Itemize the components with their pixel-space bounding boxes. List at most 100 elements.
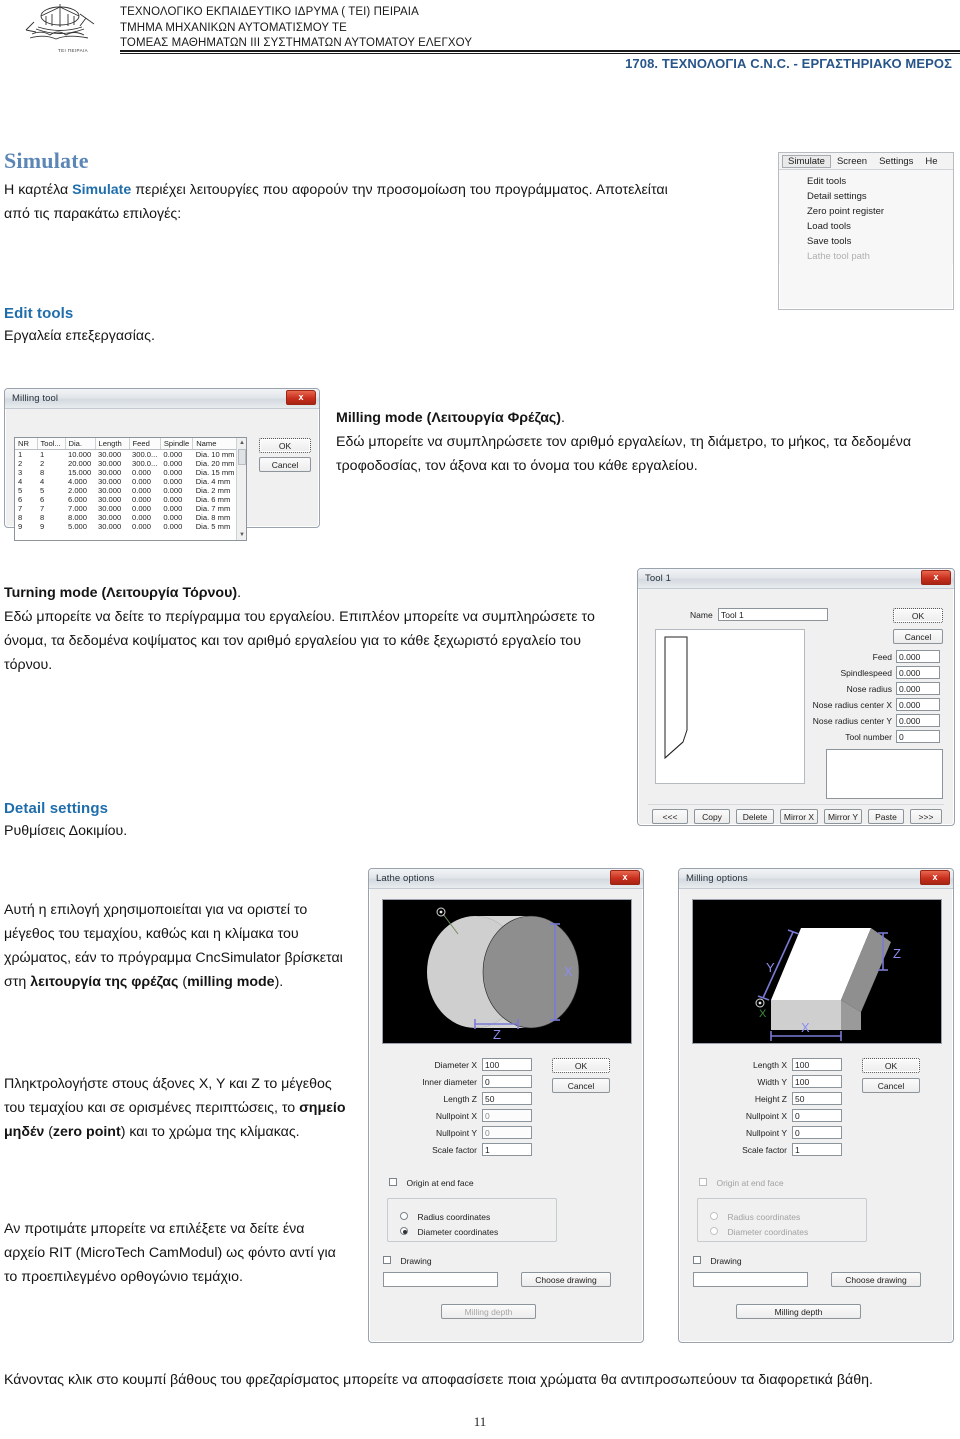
prev-button[interactable]: <<< — [652, 809, 688, 824]
length-z-field[interactable]: 50 — [482, 1092, 532, 1105]
milling-depth-button[interactable]: Milling depth — [736, 1304, 861, 1319]
spindlespeed-field[interactable]: 0.000 — [896, 666, 940, 679]
cancel-button[interactable]: Cancel — [259, 457, 311, 472]
paragraph-milling-mode: Milling mode (Λειτουργία Φρέζας). Εδώ μπο… — [336, 406, 954, 478]
mirror-x-button[interactable]: Mirror X — [780, 809, 818, 824]
checkbox-icon[interactable] — [383, 1255, 391, 1264]
nose-radius-center-x-field[interactable]: 0.000 — [896, 698, 940, 711]
table-row[interactable]: 8 8 8.000 30.000 0.000 0.000 Dia. 8 mm — [15, 513, 246, 522]
table-row[interactable]: 7 7 7.000 30.000 0.000 0.000 Dia. 7 mm — [15, 504, 246, 513]
page-number: 11 — [473, 1414, 487, 1429]
cell-nr: 3 — [18, 468, 23, 477]
cell-tool: 7 — [40, 504, 45, 513]
nullpoint-x-field[interactable]: 0 — [792, 1109, 842, 1122]
cell-nr: 4 — [18, 477, 23, 486]
table-row[interactable]: 6 6 6.000 30.000 0.000 0.000 Dia. 6 mm — [15, 495, 246, 504]
menu-item-load-tools[interactable]: Load tools — [779, 219, 953, 234]
paragraph-turning-mode: Turning mode (Λειτουργία Τόρνου). Εδώ μπο… — [4, 581, 604, 677]
menubar-item-screen[interactable]: Screen — [831, 155, 873, 168]
tool-number-label: Tool number — [845, 732, 892, 742]
radio-icon[interactable] — [400, 1226, 408, 1235]
ok-button[interactable]: OK — [259, 438, 311, 453]
ok-button[interactable]: OK — [552, 1058, 610, 1073]
scroll-up-icon[interactable]: ▲ — [237, 438, 246, 448]
tools-table-wrap: NR Tool... Dia. Length Feed Spindle Name… — [14, 437, 247, 541]
table-row[interactable]: 3 8 15.000 30.000 0.000 0.000 Dia. 15 mm — [15, 468, 246, 477]
scale-factor-field[interactable]: 1 — [482, 1143, 532, 1156]
length-x-field[interactable]: 100 — [792, 1058, 842, 1071]
ok-button[interactable]: OK — [893, 608, 943, 623]
drawing-path-field[interactable] — [383, 1272, 498, 1287]
scale-factor-field[interactable]: 1 — [792, 1143, 842, 1156]
width-y-field[interactable]: 100 — [792, 1075, 842, 1088]
close-icon[interactable]: x — [286, 390, 316, 405]
menubar-item-settings[interactable]: Settings — [873, 155, 919, 168]
scrollbar-thumb[interactable] — [238, 449, 246, 465]
tool1-notes-area[interactable] — [826, 749, 943, 799]
menubar-item-help[interactable]: He — [919, 155, 943, 168]
diameter-x-field[interactable]: 100 — [482, 1058, 532, 1071]
feed-field[interactable]: 0.000 — [896, 650, 940, 663]
cell-length: 30.000 — [98, 468, 122, 477]
table-row[interactable]: 2 2 20.000 30.000 300.0... 0.000 Dia. 20 mm — [15, 459, 246, 468]
cell-dia: 4.000 — [68, 477, 88, 486]
close-icon[interactable]: x — [920, 870, 950, 885]
origin-at-end-face-checkbox[interactable]: Origin at end face — [389, 1173, 474, 1191]
menu-item-zero-point-register[interactable]: Zero point register — [779, 204, 953, 219]
document-header: ΤΕΙ ΠΕΙΡΑΙΑ ΤΕΧΝΟΛΟΓΙΚΟ ΕΚΠΑΙΔΕΥΤΙΚΟ ΙΔΡ… — [0, 0, 960, 92]
paragraph-bottom-wrap: Κάνοντας κλικ στο κουμπί βάθους του φρεζ… — [4, 1354, 956, 1406]
table-row[interactable]: 1 1 10.000 30.000 300.0... 0.000 Dia. 10 mm — [15, 450, 246, 459]
paragraph-edit-tools: Εργαλεία επεξεργασίας. — [4, 328, 155, 344]
delete-button[interactable]: Delete — [736, 809, 774, 824]
nose-radius-field[interactable]: 0.000 — [896, 682, 940, 695]
cell-feed: 300.0... — [132, 450, 158, 459]
cancel-button[interactable]: Cancel — [552, 1078, 610, 1093]
radio-icon — [710, 1211, 718, 1220]
tei-piraeus-logo: ΤΕΙ ΠΕΙΡΑΙΑ — [12, 4, 108, 56]
diameter-coordinates-radio: Diameter coordinates — [710, 1222, 808, 1240]
nose-radius-center-y-field[interactable]: 0.000 — [896, 714, 940, 727]
cancel-button[interactable]: Cancel — [893, 629, 943, 644]
menu-item-save-tools[interactable]: Save tools — [779, 234, 953, 249]
scroll-down-icon[interactable]: ▼ — [237, 530, 246, 540]
radio-icon[interactable] — [400, 1211, 408, 1220]
col-feed: Feed — [129, 438, 161, 450]
next-button[interactable]: >>> — [910, 809, 942, 824]
tool-number-field[interactable]: 0 — [896, 730, 940, 743]
drawing-label: Drawing — [400, 1256, 432, 1266]
drawing-checkbox[interactable]: Drawing — [693, 1251, 742, 1269]
heading-turning-mode: Turning mode (Λειτουργία Τόρνου) — [4, 585, 238, 602]
cell-feed: 0.000 — [132, 522, 152, 531]
table-row[interactable]: 5 5 2.000 30.000 0.000 0.000 Dia. 2 mm — [15, 486, 246, 495]
table-row[interactable]: 9 9 5.000 30.000 0.000 0.000 Dia. 5 mm — [15, 522, 246, 531]
table-row[interactable]: 4 4 4.000 30.000 0.000 0.000 Dia. 4 mm — [15, 477, 246, 486]
name-field[interactable]: Tool 1 — [718, 608, 828, 621]
paste-button[interactable]: Paste — [868, 809, 904, 824]
menu-item-detail-settings[interactable]: Detail settings — [779, 189, 953, 204]
tools-table-scrollbar[interactable]: ▲ ▼ — [236, 438, 246, 540]
menu-item-edit-tools[interactable]: Edit tools — [779, 174, 953, 189]
drawing-path-field[interactable] — [693, 1272, 808, 1287]
cancel-button[interactable]: Cancel — [862, 1078, 920, 1093]
diameter-coordinates-radio[interactable]: Diameter coordinates — [400, 1222, 498, 1240]
checkbox-icon[interactable] — [389, 1177, 397, 1186]
paragraph-detail-3-wrap: Πληκτρολογήστε στους άξονες X, Y και Z τ… — [4, 1058, 354, 1158]
height-z-field[interactable]: 50 — [792, 1092, 842, 1105]
mirror-y-button[interactable]: Mirror Y — [824, 809, 862, 824]
close-icon[interactable]: x — [921, 570, 951, 585]
drawing-checkbox[interactable]: Drawing — [383, 1251, 432, 1269]
close-icon[interactable]: x — [610, 870, 640, 885]
scale-factor-label: Scale factor — [432, 1145, 477, 1155]
inner-diameter-field[interactable]: 0 — [482, 1075, 532, 1088]
menubar-item-simulate[interactable]: Simulate — [782, 154, 831, 168]
choose-drawing-button[interactable]: Choose drawing — [831, 1272, 921, 1287]
copy-button[interactable]: Copy — [694, 809, 730, 824]
cell-tool: 8 — [40, 513, 45, 522]
nullpoint-y-field[interactable]: 0 — [792, 1126, 842, 1139]
choose-drawing-button[interactable]: Choose drawing — [521, 1272, 611, 1287]
ok-button[interactable]: OK — [862, 1058, 920, 1073]
heading-milling-mode: Milling mode (Λειτουργία Φρέζας) — [336, 410, 562, 427]
cell-tool: 6 — [40, 495, 45, 504]
checkbox-icon[interactable] — [693, 1255, 701, 1264]
tools-table-header-row: NR Tool... Dia. Length Feed Spindle Name — [15, 438, 246, 450]
